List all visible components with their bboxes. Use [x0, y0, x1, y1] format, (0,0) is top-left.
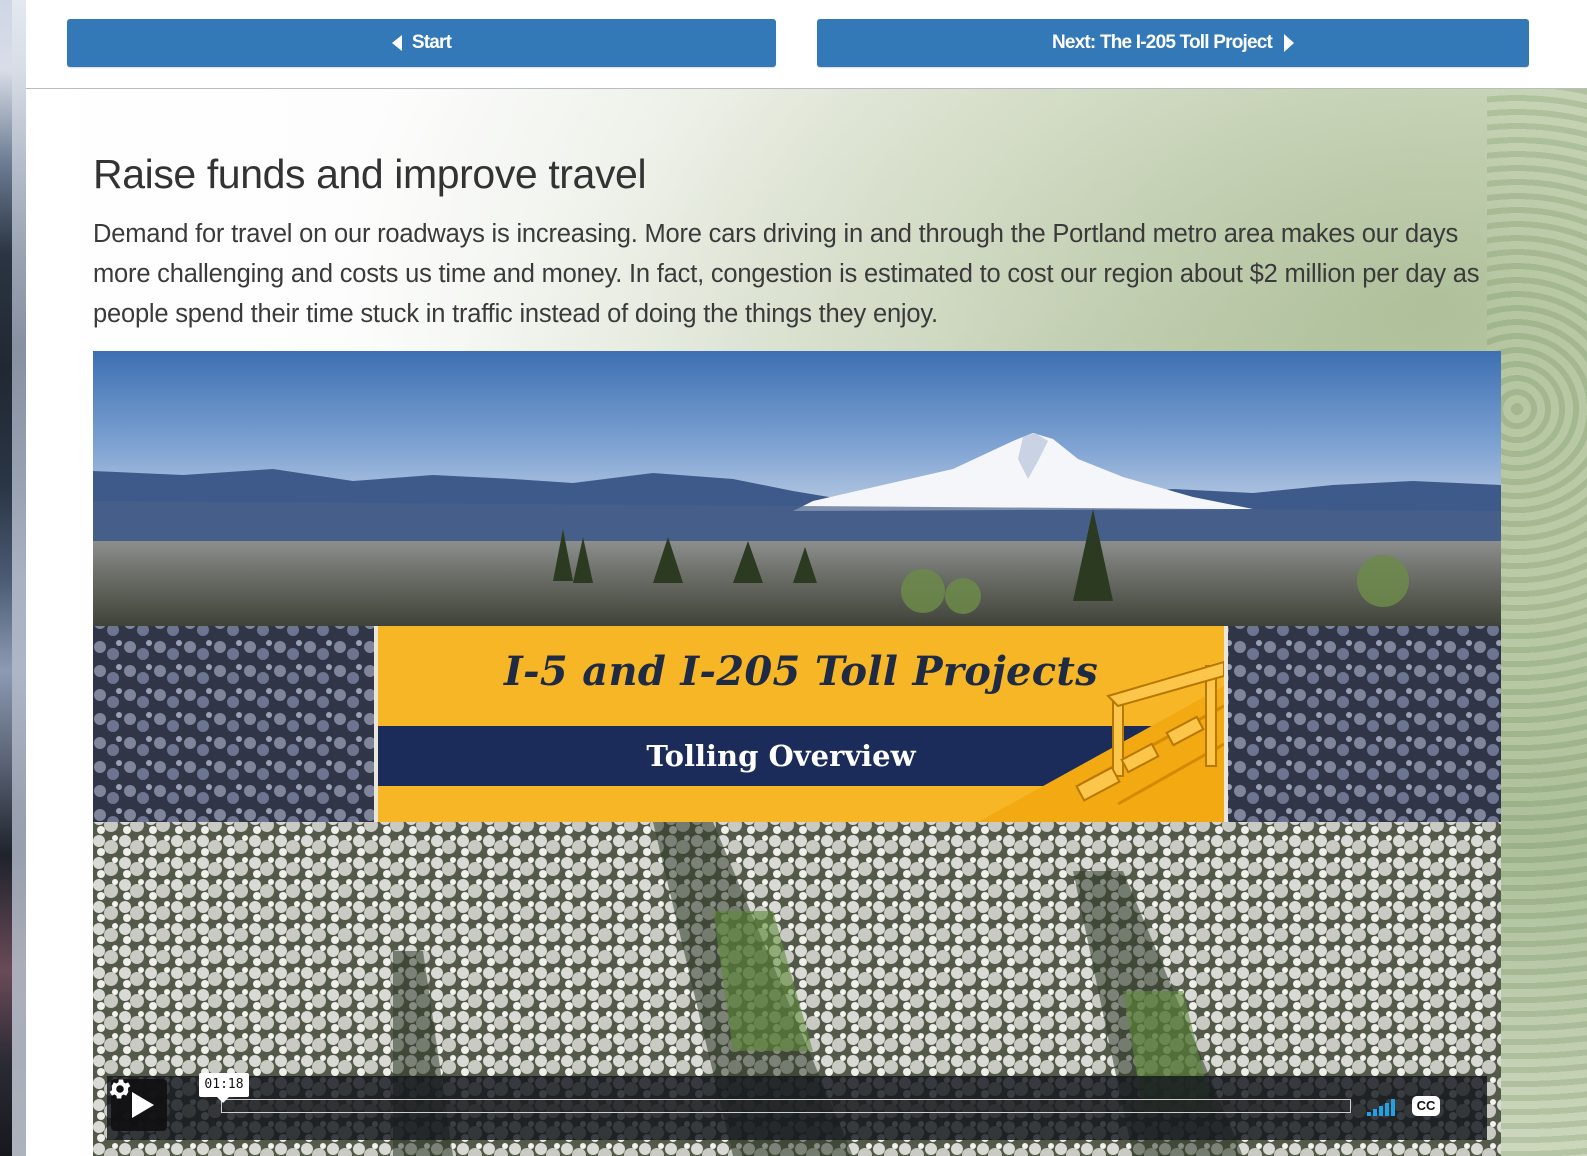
video-player[interactable]: I-5 and I-205 Toll Projects Tolling Over…	[93, 351, 1501, 1156]
section-title: Raise funds and improve travel	[93, 151, 647, 197]
caret-right-icon	[1284, 34, 1295, 52]
video-title-card: I-5 and I-205 Toll Projects Tolling Over…	[374, 626, 1228, 822]
progress-bar[interactable]	[221, 1099, 1351, 1113]
toll-gantry-illustration	[978, 660, 1224, 822]
video-controls: 01:18 CC	[107, 1073, 1487, 1140]
next-button[interactable]: Next: The I-205 Toll Project	[817, 19, 1529, 67]
navigation-bar: Start Next: The I-205 Toll Project	[26, 0, 1587, 89]
start-button[interactable]: Start	[67, 19, 776, 67]
start-button-label: Start	[411, 32, 452, 53]
volume-icon[interactable]	[1367, 1098, 1401, 1116]
window-edge-strip	[0, 0, 26, 1156]
next-button-label: Next: The I-205 Toll Project	[1051, 32, 1273, 53]
section-body: Demand for travel on our roadways is inc…	[93, 220, 1480, 328]
hover-time-tooltip: 01:18	[199, 1073, 249, 1103]
caret-left-icon	[391, 35, 402, 51]
gear-icon[interactable]	[107, 1076, 133, 1102]
content-area: Raise funds and improve travel Demand fo…	[26, 89, 1587, 1156]
closed-captions-icon[interactable]: CC	[1412, 1096, 1440, 1116]
